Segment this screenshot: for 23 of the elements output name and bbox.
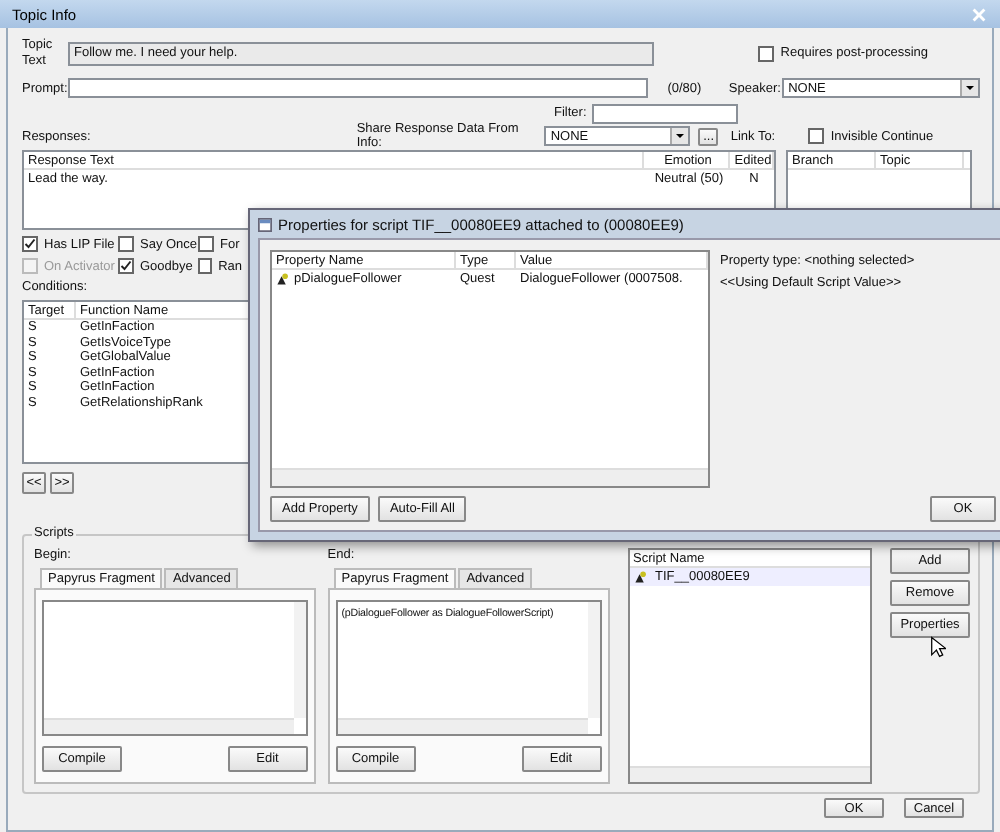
horizontal-scrollbar[interactable] — [629, 766, 870, 782]
script-icon — [633, 570, 647, 584]
prompt-field[interactable] — [68, 78, 648, 98]
caret-icon — [670, 128, 689, 144]
horizontal-scrollbar[interactable] — [337, 718, 587, 734]
filter-field[interactable] — [592, 103, 739, 123]
close-icon[interactable] — [970, 5, 988, 23]
checkbox[interactable] — [198, 258, 213, 274]
checkbox[interactable] — [758, 45, 775, 61]
checkbox[interactable] — [22, 236, 38, 252]
horizontal-scrollbar[interactable] — [272, 468, 708, 486]
script-editor[interactable] — [42, 600, 308, 736]
caret-icon — [960, 80, 978, 96]
property-icon — [276, 272, 290, 286]
checkbox[interactable] — [198, 236, 214, 252]
checkbox[interactable] — [118, 236, 134, 252]
horizontal-scrollbar[interactable] — [44, 718, 294, 734]
vertical-scrollbar[interactable] — [293, 602, 306, 718]
cursor-icon — [930, 636, 946, 658]
vertical-scrollbar[interactable] — [587, 602, 599, 718]
checkbox[interactable] — [118, 258, 134, 274]
window-icon — [258, 217, 272, 231]
checkbox[interactable] — [808, 128, 825, 144]
